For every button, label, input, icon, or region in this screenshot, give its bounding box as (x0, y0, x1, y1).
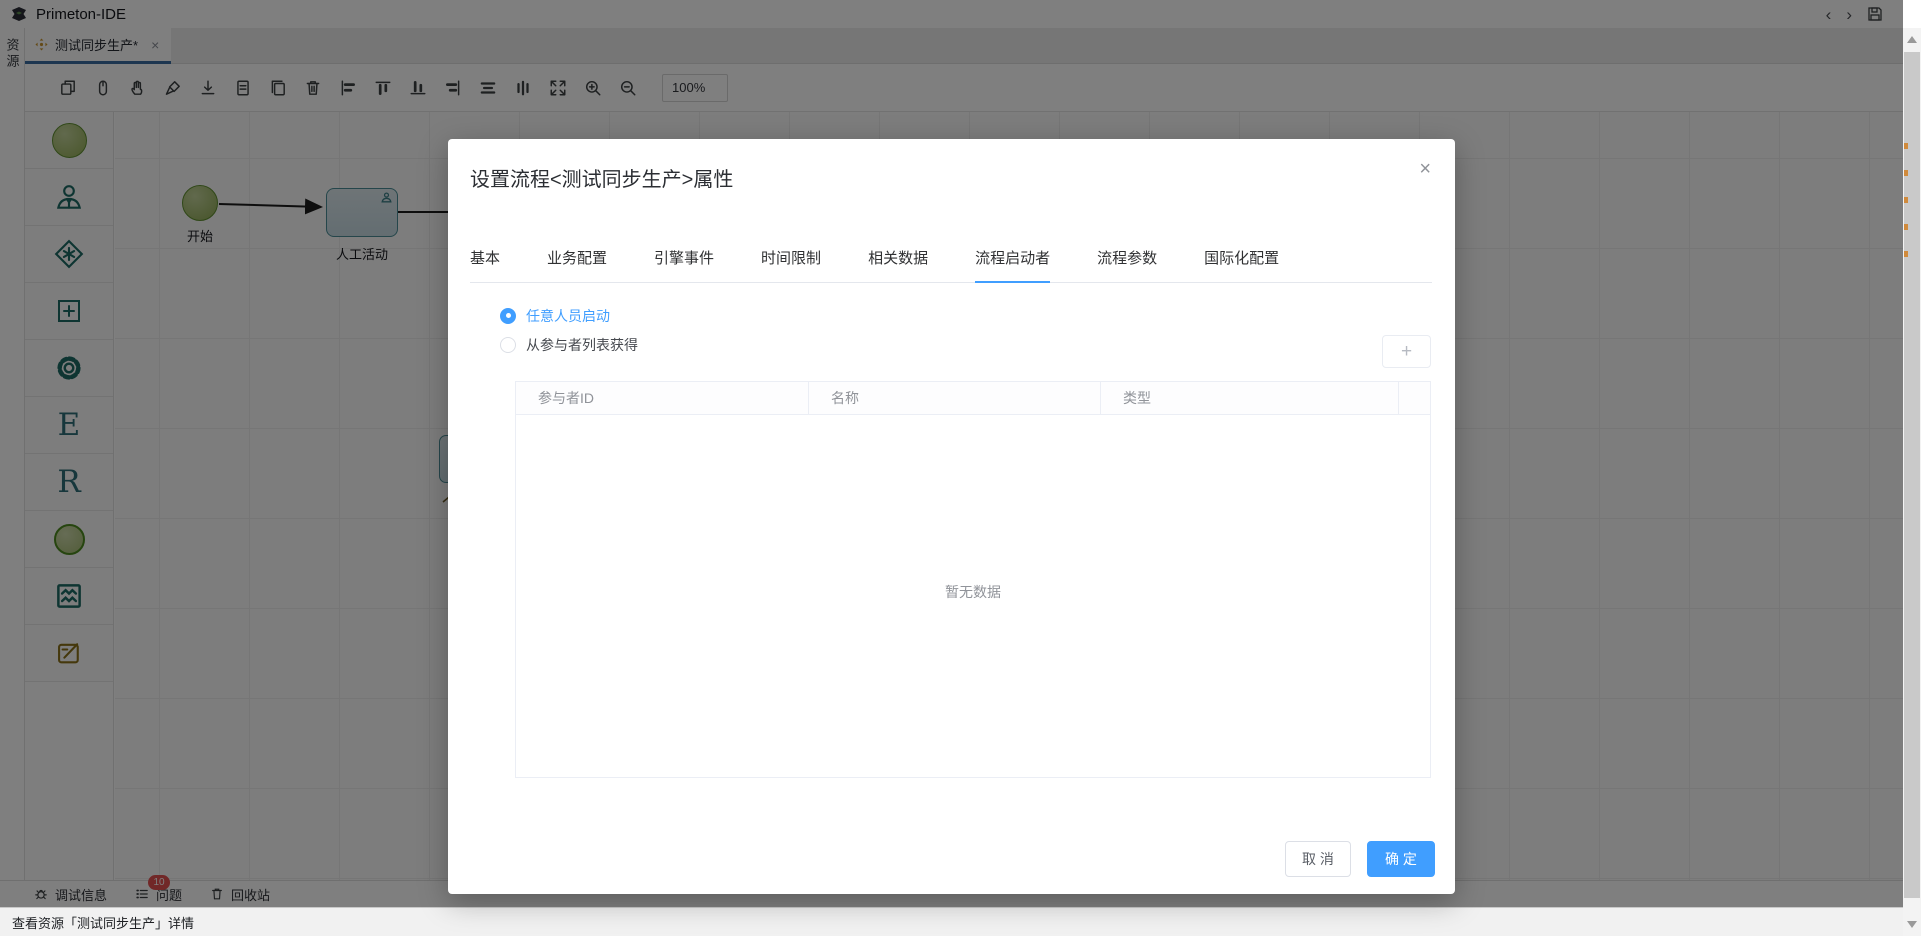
tab-i18n-config[interactable]: 国际化配置 (1204, 247, 1279, 282)
participants-table: 参与者ID 名称 类型 暂无数据 (515, 381, 1431, 778)
scroll-down-arrow-icon[interactable] (1907, 921, 1917, 928)
vertical-scrollbar[interactable] (1903, 28, 1921, 936)
table-header-row: 参与者ID 名称 类型 (516, 382, 1430, 415)
col-name: 名称 (809, 382, 1101, 414)
cancel-button[interactable]: 取 消 (1285, 841, 1351, 877)
radio-from-participants[interactable]: 从参与者列表获得 (500, 330, 638, 359)
radio-selected-icon[interactable] (500, 308, 516, 324)
ruler-mark (1904, 251, 1908, 257)
table-empty-text: 暂无数据 (516, 582, 1430, 602)
tab-basic[interactable]: 基本 (470, 247, 500, 282)
tab-business-config[interactable]: 业务配置 (547, 247, 607, 282)
status-bar-text: 查看资源「测试同步生产」详情 (12, 913, 194, 932)
process-properties-dialog: 设置流程<测试同步生产>属性 × 基本 业务配置 引擎事件 时间限制 相关数据 … (448, 139, 1455, 894)
ok-button[interactable]: 确 定 (1367, 841, 1435, 877)
dialog-close-icon[interactable]: × (1419, 159, 1431, 179)
radio-from-participants-label: 从参与者列表获得 (526, 335, 638, 355)
tab-related-data[interactable]: 相关数据 (868, 247, 928, 282)
dialog-title: 设置流程<测试同步生产>属性 (470, 163, 733, 192)
ruler-mark (1904, 143, 1908, 149)
dialog-tab-bar: 基本 业务配置 引擎事件 时间限制 相关数据 流程启动者 流程参数 国际化配置 (470, 247, 1432, 283)
starter-options: 任意人员启动 从参与者列表获得 (500, 301, 638, 359)
radio-unselected-icon[interactable] (500, 337, 516, 353)
radio-any-person[interactable]: 任意人员启动 (500, 301, 638, 330)
dialog-footer: 取 消 确 定 (1285, 841, 1435, 877)
scroll-up-arrow-icon[interactable] (1907, 36, 1917, 43)
plus-icon: + (1401, 341, 1412, 363)
radio-any-person-label: 任意人员启动 (526, 306, 610, 326)
add-participant-button[interactable]: + (1382, 335, 1431, 368)
tab-time-limit[interactable]: 时间限制 (761, 247, 821, 282)
ruler-mark (1904, 170, 1908, 176)
tab-engine-events[interactable]: 引擎事件 (654, 247, 714, 282)
col-actions (1399, 382, 1430, 414)
ruler-mark (1904, 197, 1908, 203)
scrollbar-thumb[interactable] (1904, 52, 1920, 898)
col-type: 类型 (1101, 382, 1399, 414)
col-participant-id: 参与者ID (516, 382, 809, 414)
ruler-mark (1904, 224, 1908, 230)
tab-process-starter[interactable]: 流程启动者 (975, 247, 1050, 283)
status-bar: 查看资源「测试同步生产」详情 (0, 907, 1921, 936)
tab-process-params[interactable]: 流程参数 (1097, 247, 1157, 282)
